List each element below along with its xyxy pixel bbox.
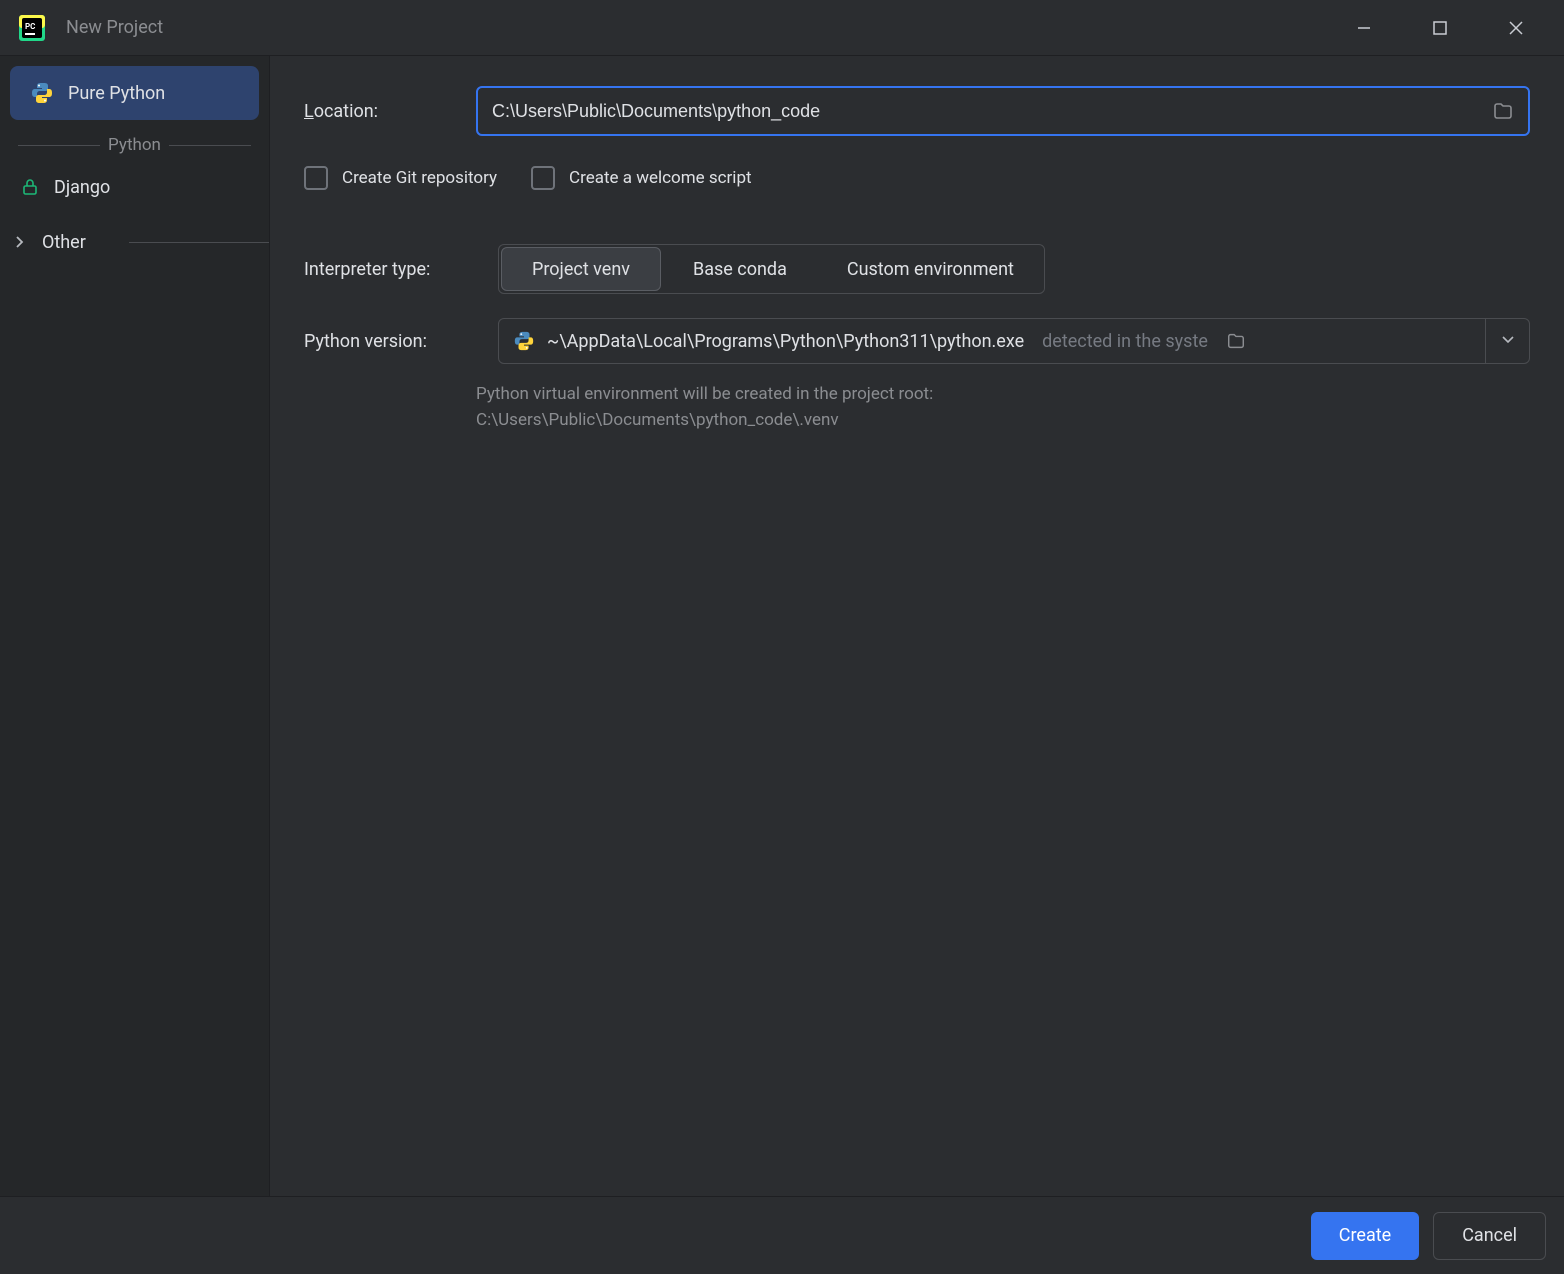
close-button[interactable] [1498,10,1534,46]
checkbox-box [304,166,328,190]
sidebar-item-pure-python[interactable]: Pure Python [10,66,259,120]
sidebar-item-other[interactable]: Other [0,214,269,270]
git-repo-checkbox[interactable]: Create Git repository [304,166,497,190]
pycharm-app-icon: PC [18,14,46,42]
sidebar-item-label: Other [42,232,86,253]
interpreter-type-label: Interpreter type: [304,259,474,280]
folder-icon [1226,331,1246,351]
titlebar: PC New Project [0,0,1564,56]
cancel-button[interactable]: Cancel [1433,1212,1546,1260]
maximize-button[interactable] [1422,10,1458,46]
checkbox-box [531,166,555,190]
chevron-down-icon [1501,331,1515,351]
location-field[interactable] [476,86,1530,136]
interpreter-project-venv[interactable]: Project venv [501,247,661,291]
location-label: Location: [304,101,452,122]
sidebar-item-django[interactable]: Django [0,160,269,214]
chevron-right-icon [14,236,26,248]
sidebar-group-python: Python [0,130,269,160]
welcome-script-checkbox[interactable]: Create a welcome script [531,166,752,190]
form-content: Location: Create Git repository Create a… [270,56,1564,1196]
venv-helper-text: Python virtual environment will be creat… [476,382,1530,433]
python-icon [513,330,535,352]
svg-text:PC: PC [25,22,35,31]
create-button[interactable]: Create [1311,1212,1419,1260]
python-icon [30,81,54,105]
minimize-button[interactable] [1346,10,1382,46]
browse-folder-icon[interactable] [1492,100,1514,122]
interpreter-type-segmented: Project venv Base conda Custom environme… [498,244,1045,294]
sidebar-item-label: Pure Python [68,83,165,104]
python-version-label: Python version: [304,331,474,352]
window-controls [1346,10,1554,46]
python-version-dropdown[interactable] [1485,319,1529,363]
lock-icon [20,177,40,197]
checkbox-label: Create Git repository [342,168,497,188]
interpreter-base-conda[interactable]: Base conda [663,247,817,291]
window-title: New Project [66,17,1346,38]
python-version-value: ~\AppData\Local\Programs\Python\Python31… [499,330,1485,352]
interpreter-custom-env[interactable]: Custom environment [817,247,1044,291]
location-input[interactable] [492,101,1492,122]
checkbox-label: Create a welcome script [569,168,752,188]
sidebar-item-label: Django [54,177,110,198]
python-version-select[interactable]: ~\AppData\Local\Programs\Python\Python31… [498,318,1530,364]
dialog-footer: Create Cancel [0,1196,1564,1274]
project-type-sidebar: Pure Python Python Django Other [0,56,270,1196]
